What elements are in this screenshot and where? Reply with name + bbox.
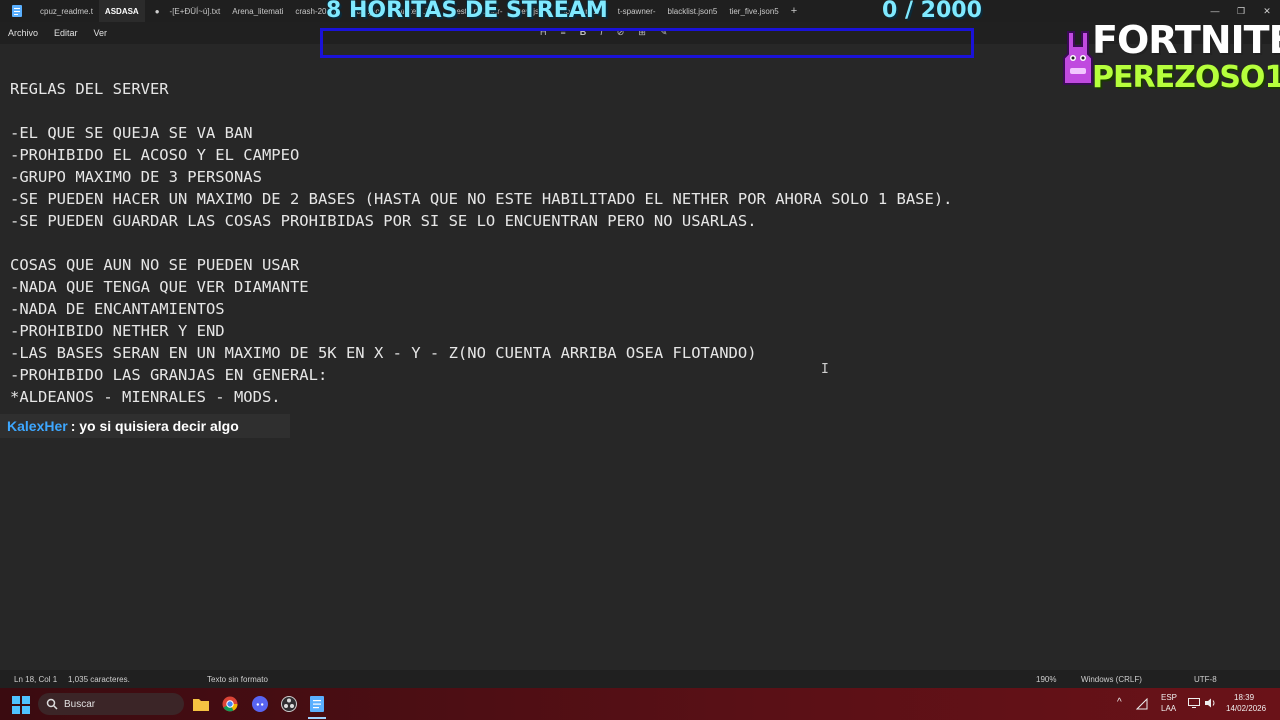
goal-counter: 0 / 2000 [882,0,982,23]
tab[interactable]: -[E+ÐÜÍ~ú].txt [164,0,227,22]
taskbar-search[interactable]: Buscar [38,693,184,715]
notepad-taskbar-icon[interactable] [310,696,324,712]
text-cursor-icon: I [821,362,829,377]
tab[interactable]: cpuz_readme.t [34,0,99,22]
chat-username: KalexHer [7,418,68,434]
taskbar: Buscar ^ ESP LAA 18:39 14/02/2026 [0,688,1280,720]
line-ending[interactable]: Windows (CRLF) [1081,675,1142,684]
discord-icon[interactable] [252,696,268,712]
document-line: -SE PUEDEN HACER UN MAXIMO DE 2 BASES (H… [10,190,953,208]
maximize-button[interactable]: ❐ [1228,6,1254,17]
document-line: -PROHIBIDO LAS GRANJAS EN GENERAL: [10,366,328,384]
chat-message: KalexHer : yo si quisiera decir algo [0,414,290,438]
text-format: Texto sin formato [207,675,268,684]
search-placeholder: Buscar [64,698,96,710]
clock-date[interactable]: 14/02/2026 [1226,704,1266,713]
tab-modified-dot: ● [154,6,160,16]
obs-icon[interactable] [281,696,297,712]
tab[interactable]: t-spawner- [612,0,662,22]
document-line: -NADA DE ENCANTAMIENTOS [10,300,225,318]
text-editor[interactable]: REGLAS DEL SERVER -EL QUE SE QUEJA SE VA … [10,78,1210,408]
document-line: -LAS BASES SERAN EN UN MAXIMO DE 5K EN X… [10,344,757,362]
zoom-level[interactable]: 190% [1036,675,1056,684]
active-app-indicator [308,717,326,719]
tab[interactable]: blacklist.json5 [662,0,724,22]
display-icon[interactable] [1188,698,1200,708]
minimize-button[interactable]: — [1202,6,1228,16]
lang-layout[interactable]: LAA [1161,704,1176,713]
brand-title: FORTNITE [1092,18,1280,62]
notepad-app-icon [8,3,26,19]
stream-title: 8 HORITAS DE STREAM [326,0,608,23]
lang-code[interactable]: ESP [1161,693,1177,702]
document-line: -PROHIBIDO EL ACOSO Y EL CAMPEO [10,146,300,164]
new-tab-button[interactable]: + [785,0,803,22]
menu-editar[interactable]: Editar [46,28,86,38]
speaker-icon[interactable] [1204,698,1216,708]
tab[interactable]: Arena_litemati [226,0,289,22]
char-count: 1,035 caracteres. [68,675,130,684]
document-line: REGLAS DEL SERVER [10,80,169,98]
encoding[interactable]: UTF-8 [1194,675,1217,684]
tray-overflow-icon[interactable]: ^ [1117,697,1122,708]
document-line: -NADA QUE TENGA QUE VER DIAMANTE [10,278,309,296]
document-line: -PROHIBIDO NETHER Y END [10,322,225,340]
status-bar: Ln 18, Col 1 1,035 caracteres. Texto sin… [0,670,1280,688]
document-line: COSAS QUE AUN NO SE PUEDEN USAR [10,256,300,274]
menu-archivo[interactable]: Archivo [0,28,46,38]
close-button[interactable]: ✕ [1254,6,1280,17]
tab[interactable]: tier_five.json5 [723,0,784,22]
document-line: -SE PUEDEN GUARDAR LAS COSAS PROHIBIDAS … [10,212,757,230]
search-icon [46,698,58,710]
network-icon[interactable] [1136,698,1148,710]
menu-ver[interactable]: Ver [86,28,116,38]
chrome-icon[interactable] [222,696,238,712]
overlay-frame [320,28,974,58]
file-explorer-icon[interactable] [192,696,210,712]
tab-active[interactable]: ASDASA [98,0,145,22]
windows-start-icon[interactable] [12,696,30,714]
chat-text: : yo si quisiera decir algo [70,418,239,434]
clock-time[interactable]: 18:39 [1234,693,1254,702]
document-line: -EL QUE SE QUEJA SE VA BAN [10,124,253,142]
document-line: -GRUPO MAXIMO DE 3 PERSONAS [10,168,262,186]
document-line: *ALDEANOS - MIENRALES - MODS. [10,388,281,406]
cursor-position: Ln 18, Col 1 [14,675,58,684]
